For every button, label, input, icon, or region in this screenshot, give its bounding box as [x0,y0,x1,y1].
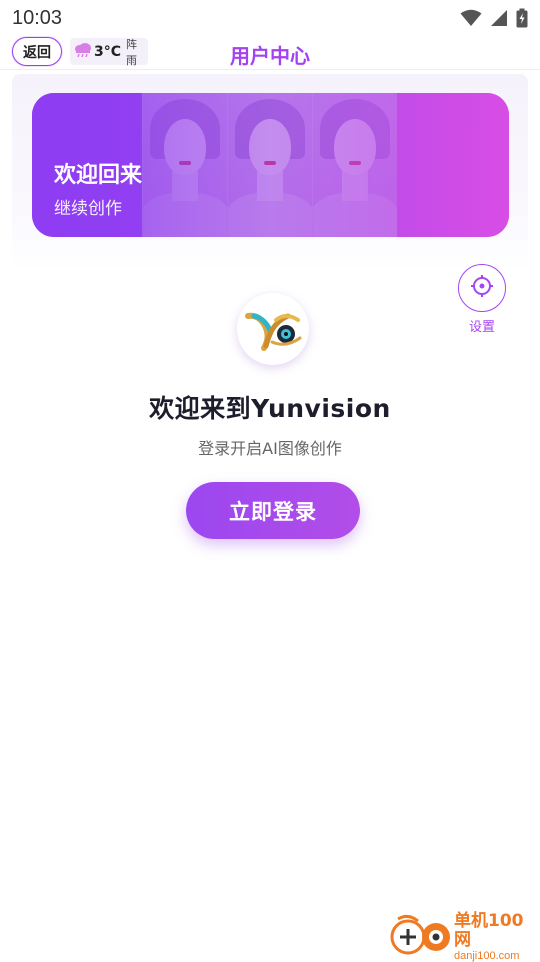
watermark-logo-icon [390,913,452,961]
watermark-name: 单机100网 [454,911,524,950]
battery-charging-icon [516,8,528,28]
watermark: 单机100网 danji100.com [390,911,540,962]
login-button[interactable]: 立即登录 [186,482,360,539]
wifi-icon [460,9,482,27]
banner-title: 欢迎回来 [54,163,143,188]
app-header: 返回 3°C 阵雨 用户中心 [0,36,540,70]
status-time: 10:03 [12,6,63,29]
status-icons [460,8,528,28]
page-title: 用户中心 [230,44,310,68]
welcome-banner: 欢迎回来 继续创作 [32,93,509,237]
settings-button[interactable] [458,264,506,312]
watermark-text: 单机100网 danji100.com [454,911,540,962]
cell-signal-icon [490,9,508,27]
settings-label[interactable]: 设置 [458,316,506,335]
banner-subtitle: 继续创作 [54,199,122,219]
app-logo [237,293,309,365]
status-bar: 10:03 [0,0,540,36]
yunvision-logo-icon [245,312,302,351]
welcome-heading: 欢迎来到Yunvision [149,394,391,423]
welcome-subheading: 登录开启AI图像创作 [198,439,342,458]
gear-icon [470,274,494,302]
login-button-label: 立即登录 [229,499,317,524]
